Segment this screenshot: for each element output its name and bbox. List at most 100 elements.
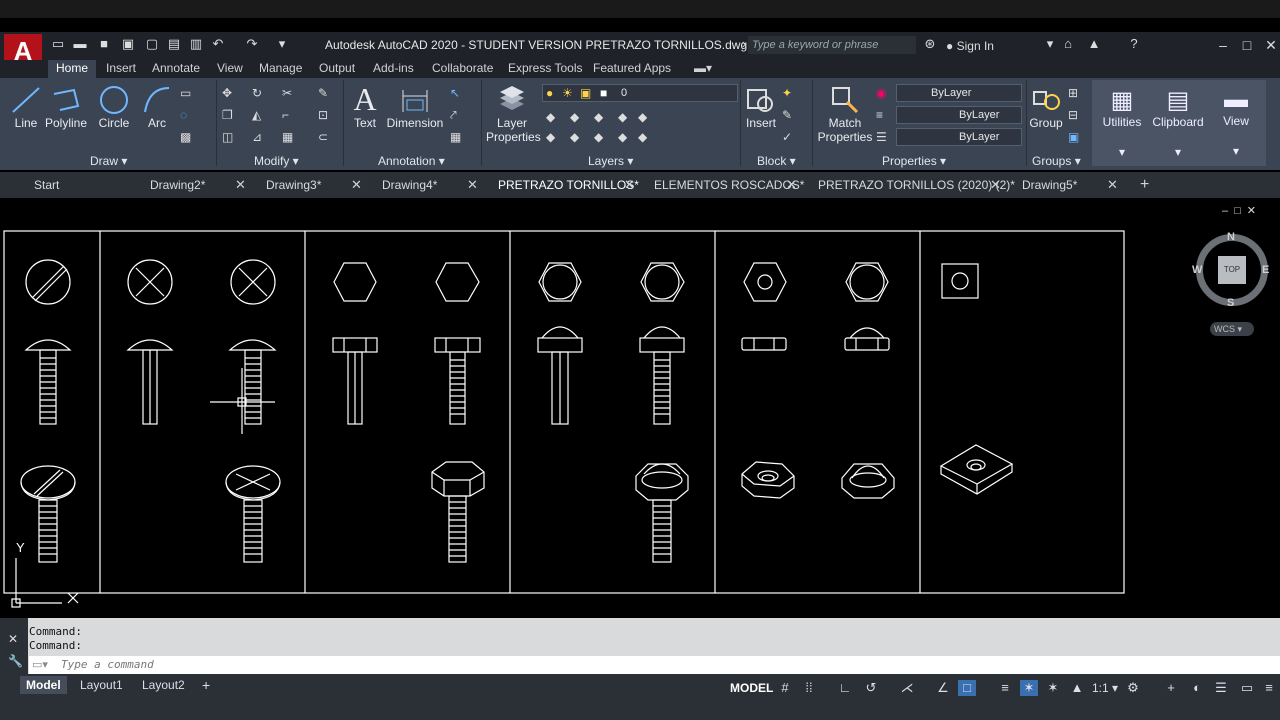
layout-tab-layout1[interactable]: Layout1	[74, 676, 129, 694]
plot-icon[interactable]: ▥	[188, 36, 204, 52]
layer-merge-icon[interactable]: ◆	[638, 130, 654, 146]
redo-icon[interactable]: ↷	[244, 36, 260, 52]
groups-panel-title[interactable]: Groups ▾	[1032, 154, 1081, 168]
units-icon[interactable]: ◐	[1188, 680, 1206, 696]
tab-view[interactable]: View	[217, 60, 243, 78]
layer-isolate-icon[interactable]: ◆	[594, 110, 610, 126]
block-panel-title[interactable]: Block ▾	[757, 154, 796, 168]
tab-output[interactable]: Output	[319, 60, 355, 78]
attribute-icon[interactable]: ✓	[782, 130, 798, 146]
compass-west[interactable]: W	[1192, 264, 1202, 276]
doc-tab-drawing4[interactable]: Drawing4*	[382, 172, 437, 198]
open-file-icon[interactable]: ▬	[72, 36, 88, 52]
model-space-toggle[interactable]: MODEL	[730, 681, 773, 695]
circle-tool[interactable]: Circle	[94, 84, 134, 130]
layer-lock2-icon[interactable]: ◆	[594, 130, 610, 146]
create-block-icon[interactable]: ✦	[782, 86, 798, 102]
command-prompt-icon[interactable]: ▭▾	[32, 658, 48, 671]
polar-tracking-icon[interactable]: ↺	[862, 680, 880, 696]
layer-unlock-icon[interactable]: ◆	[618, 130, 634, 146]
tab-insert[interactable]: Insert	[106, 60, 136, 78]
tab-add-ins[interactable]: Add-ins	[373, 60, 414, 78]
edit-block-icon[interactable]: ✎	[782, 108, 798, 124]
utilities-button[interactable]: ▦ Utilities ▾	[1092, 80, 1152, 166]
erase-icon[interactable]: ✎	[318, 86, 334, 102]
close-button[interactable]: ✕	[1262, 36, 1280, 54]
open-web-icon[interactable]: ▢	[144, 36, 160, 52]
binoculars-icon[interactable]: ⊛	[922, 36, 938, 52]
clean-screen-icon[interactable]: ▭	[1238, 680, 1256, 696]
group-edit-icon[interactable]: ⊟	[1068, 108, 1084, 124]
layer-previous-icon[interactable]: ◆	[570, 110, 586, 126]
tab-collaborate[interactable]: Collaborate	[432, 60, 493, 78]
new-file-icon[interactable]: ▭	[50, 36, 66, 52]
match-properties-tool[interactable]: Match Properties	[816, 84, 874, 144]
workspace-gear-icon[interactable]: ⚙	[1124, 680, 1142, 696]
tab-express-tools[interactable]: Express Tools	[508, 60, 582, 78]
isodraft-icon[interactable]: ⋌	[898, 680, 916, 696]
annotation-monitor-icon[interactable]: +	[1162, 680, 1180, 696]
viewcube-top-face[interactable]: TOP	[1218, 256, 1246, 284]
arc-tool[interactable]: Arc	[140, 84, 174, 130]
object-snap-tracking-icon[interactable]: ∠	[934, 680, 952, 696]
insert-block-tool[interactable]: Insert	[744, 84, 778, 130]
help-icon[interactable]: ?	[1126, 36, 1142, 52]
annotation-scale-dropdown[interactable]: 1:1 ▾	[1092, 681, 1118, 695]
gradient-icon[interactable]: ▩	[180, 130, 196, 146]
customize-command-icon[interactable]: 🔧	[8, 654, 23, 668]
sign-in-dropdown-icon[interactable]: ▾	[1042, 36, 1058, 52]
close-tab-icon[interactable]: ✕	[624, 172, 635, 198]
annotation-scale-icon[interactable]: ▲	[1068, 680, 1086, 696]
rotate-icon[interactable]: ↻	[252, 86, 268, 102]
close-tab-icon[interactable]: ✕	[786, 172, 797, 198]
explode-icon[interactable]: ⊡	[318, 108, 334, 124]
layers-panel-title[interactable]: Layers ▾	[588, 154, 633, 168]
ungroup-icon[interactable]: ⊞	[1068, 86, 1084, 102]
object-snap-icon[interactable]: □	[958, 680, 976, 696]
save-as-icon[interactable]: ▣	[120, 36, 136, 52]
wcs-menu[interactable]: WCS ▾	[1210, 322, 1254, 336]
undo-icon[interactable]: ↶	[210, 36, 226, 52]
group-tool[interactable]: Group	[1028, 84, 1064, 130]
doc-tab-drawing5[interactable]: Drawing5*	[1022, 172, 1077, 198]
offset-icon[interactable]: ⊂	[318, 130, 334, 146]
table-icon[interactable]: ▦	[450, 130, 466, 146]
compass-north[interactable]: N	[1227, 231, 1235, 243]
command-input[interactable]: Type a command	[29, 656, 1280, 674]
multileader-icon[interactable]: ⤤	[450, 108, 466, 124]
modify-panel-title[interactable]: Modify ▾	[254, 154, 299, 168]
ortho-icon[interactable]: ∟	[836, 680, 854, 696]
doc-tab-drawing2[interactable]: Drawing2*	[150, 172, 205, 198]
annotation-visibility-icon[interactable]: ✶	[1020, 680, 1038, 696]
lineweight-display-icon[interactable]: ≡	[996, 680, 1014, 696]
layout-tab-layout2[interactable]: Layout2	[136, 676, 191, 694]
ribbon-display-toggle-icon[interactable]: ▬▾	[694, 60, 712, 78]
leader-icon[interactable]: ↖	[450, 86, 466, 102]
array-icon[interactable]: ▦	[282, 130, 298, 146]
maximize-button[interactable]: □	[1238, 36, 1256, 54]
color-dropdown[interactable]: ByLayer	[896, 84, 1022, 102]
properties-panel-title[interactable]: Properties ▾	[882, 154, 946, 168]
move-icon[interactable]: ✥	[222, 86, 238, 102]
line-tool[interactable]: Line	[8, 84, 44, 130]
tab-featured-apps[interactable]: Featured Apps	[593, 60, 671, 78]
doc-tab-elementos-roscados[interactable]: ELEMENTOS ROSCADOS*	[654, 172, 804, 198]
fillet-icon[interactable]: ⌐	[282, 108, 298, 124]
linetype-dropdown[interactable]: ByLayer	[896, 106, 1022, 124]
save-icon[interactable]: ■	[96, 36, 112, 52]
close-tab-icon[interactable]: ✕	[351, 172, 362, 198]
doc-tab-start[interactable]: Start	[34, 172, 59, 198]
close-tab-icon[interactable]: ✕	[467, 172, 478, 198]
layer-match-icon[interactable]: ◆	[546, 110, 562, 126]
trim-icon[interactable]: ✂	[282, 86, 298, 102]
group-selection-icon[interactable]: ▣	[1068, 130, 1084, 146]
compass-south[interactable]: S	[1227, 297, 1234, 309]
draw-panel-title[interactable]: Draw ▾	[90, 154, 127, 168]
hatch-icon[interactable]: ◌	[180, 108, 196, 124]
layer-walk-icon[interactable]: ◆	[638, 110, 654, 126]
copy-icon[interactable]: ❐	[222, 108, 238, 124]
tab-annotate[interactable]: Annotate	[152, 60, 200, 78]
dimension-tool[interactable]: Dimension	[386, 84, 444, 130]
stretch-icon[interactable]: ◫	[222, 130, 238, 146]
layer-off-icon[interactable]: ◆	[546, 130, 562, 146]
